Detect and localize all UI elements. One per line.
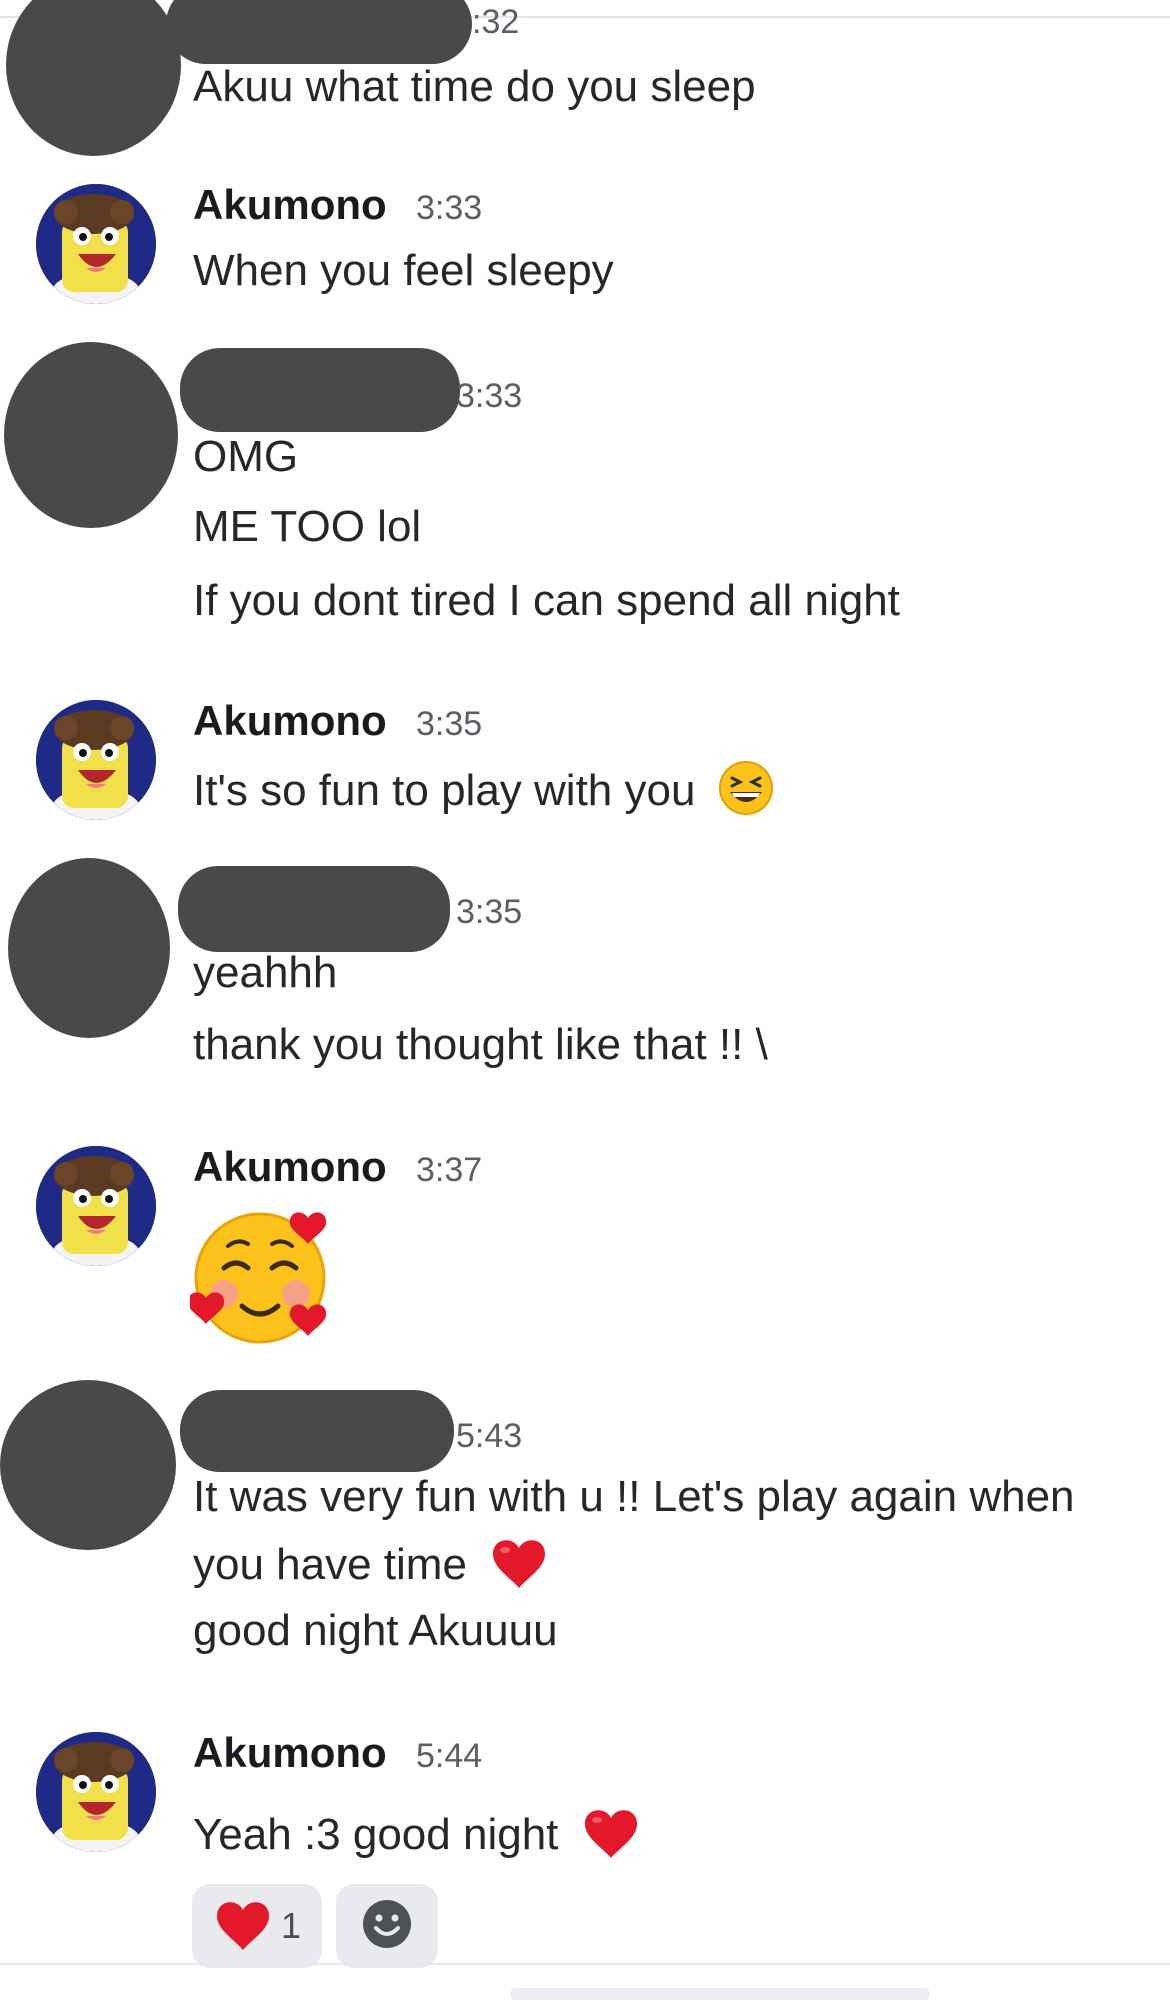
grinning-squinting-face-icon [718,760,774,827]
message-text-content: Yeah :3 good night [193,1810,559,1860]
add-reaction-icon [361,1898,413,1955]
reaction-count: 1 [280,1905,302,1946]
message-text: Akuu what time do you sleep [193,62,756,111]
author-name[interactable]: Akumono [193,698,387,744]
author-name[interactable]: Akumono [193,1730,387,1776]
avatar[interactable] [36,1732,156,1852]
red-heart-icon [581,1804,641,1871]
author-name[interactable]: Akumono [193,1144,387,1190]
avatar-redacted[interactable] [6,0,181,156]
message-timestamp: 3:35 [456,893,523,931]
message-text-content: you have time [193,1540,467,1590]
message-text-content: It's so fun to play with you [193,766,696,816]
message-timestamp: :32 [472,3,520,41]
message-text: you have time [193,1534,549,1601]
akumono-avatar-icon [36,184,156,304]
red-heart-icon [489,1534,549,1601]
message-text: good night Akuuuu [193,1606,558,1655]
avatar-redacted[interactable] [0,1380,176,1550]
message-timestamp: 5:44 [416,1737,483,1775]
message-text: ME TOO lol [193,502,422,551]
message-text: Yeah :3 good night [193,1804,641,1871]
message-timestamp: 3:33 [456,377,523,415]
author-redacted[interactable] [166,0,472,64]
author-redacted[interactable] [178,866,450,952]
message-text: OMG [193,432,299,481]
message-text: It's so fun to play with you [193,760,774,827]
message-timestamp: 3:37 [416,1151,483,1189]
author-redacted[interactable] [180,1390,454,1472]
message-timestamp: 3:33 [416,189,483,227]
author-name[interactable]: Akumono [193,182,387,228]
author-redacted[interactable] [180,348,460,432]
message-input-bar[interactable] [510,1988,930,2000]
message-text: thank you thought like that !! \ [193,1020,768,1069]
message-timestamp: 5:43 [456,1417,523,1455]
bottom-divider [0,1963,1170,1965]
add-reaction-button[interactable] [336,1884,438,1968]
message-timestamp: 3:35 [416,705,483,743]
akumono-avatar-icon [36,1732,156,1852]
akumono-avatar-icon [36,1146,156,1266]
message-text: It was very fun with u !! Let's play aga… [193,1472,1075,1521]
reaction-heart-button[interactable]: 1 [192,1884,322,1968]
akumono-avatar-icon [36,700,156,820]
avatar[interactable] [36,1146,156,1266]
avatar-redacted[interactable] [8,858,170,1038]
message-text: When you feel sleepy [193,246,614,295]
message-text: yeahhh [193,948,338,997]
smiling-face-with-hearts-icon[interactable] [187,1206,340,1351]
avatar[interactable] [36,700,156,820]
avatar-redacted[interactable] [4,342,178,528]
message-text: If you dont tired I can spend all night [193,576,900,625]
red-heart-icon [213,1896,273,1957]
avatar[interactable] [36,184,156,304]
